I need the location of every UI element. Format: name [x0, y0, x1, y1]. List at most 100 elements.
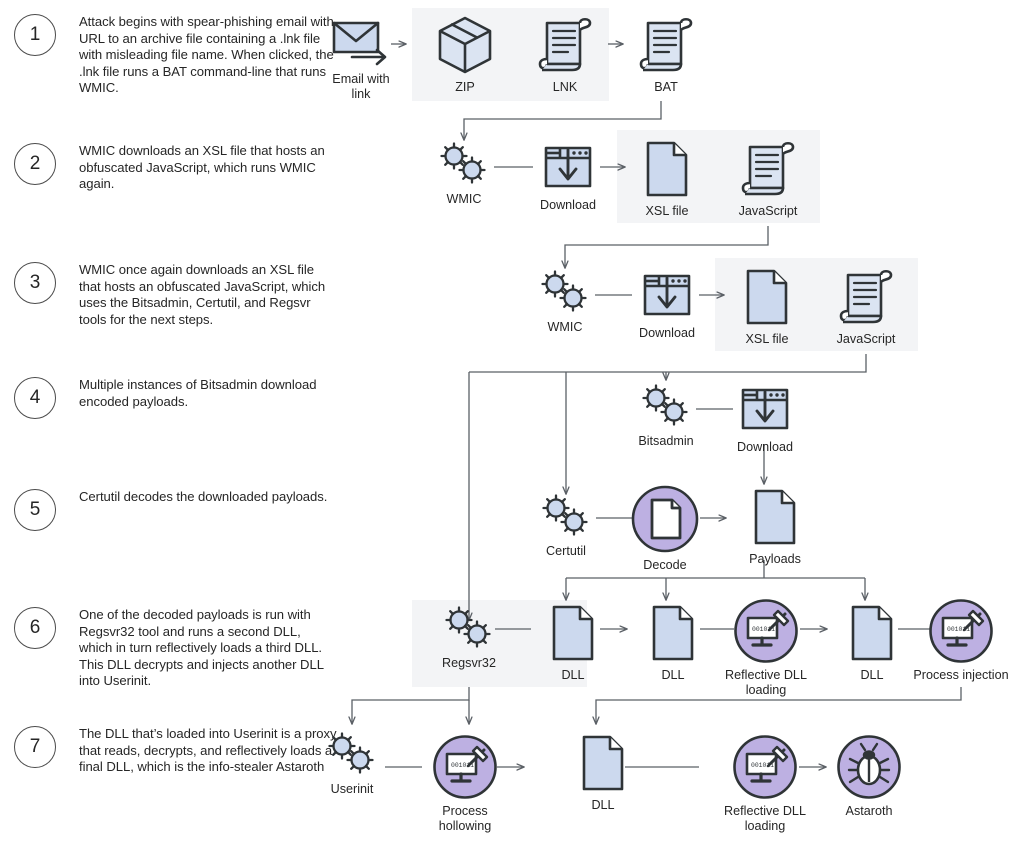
step-description: WMIC once again downloads an XSL file th… [79, 262, 326, 327]
process-injection-icon: 001011 [732, 734, 798, 800]
node-label: Regsvr32 [442, 656, 496, 670]
node-payloads[interactable]: Payloads [730, 486, 820, 567]
node-label: WMIC [547, 320, 583, 334]
node-userinit[interactable]: Userinit [307, 730, 397, 797]
node-label: XSL file [745, 332, 789, 346]
node-process-hollowing[interactable]: 001011 Process hollowing [426, 734, 504, 834]
step-number: 2 [14, 143, 56, 185]
node-label: DLL [860, 668, 884, 682]
node-wmic-1[interactable]: WMIC [419, 140, 509, 207]
node-label: Email with link [332, 72, 390, 101]
node-label: WMIC [446, 192, 482, 206]
step-number: 3 [14, 262, 56, 304]
node-lnk[interactable]: LNK [520, 14, 610, 95]
node-email[interactable]: Email with link [316, 16, 406, 102]
node-label: DLL [591, 798, 615, 812]
box-icon [434, 14, 496, 76]
scroll-icon [837, 266, 895, 328]
node-download-3[interactable]: Download [718, 382, 812, 455]
step-6: 6 One of the decoded payloads is run wit… [14, 607, 337, 690]
node-decode[interactable]: Decode [630, 484, 700, 573]
scroll-icon [536, 14, 594, 76]
gears-icon [437, 604, 501, 652]
node-label: ZIP [455, 80, 475, 94]
download-window-icon [637, 268, 697, 322]
node-regsvr32[interactable]: Regsvr32 [424, 604, 514, 671]
step-description: WMIC downloads an XSL file that hosts an… [79, 143, 325, 192]
node-label: Process hollowing [438, 804, 492, 833]
gears-icon [320, 730, 384, 778]
node-label: Download [539, 198, 596, 212]
file-icon [647, 602, 699, 664]
node-reflective-dll-loading-1[interactable]: 001011 Reflective DLL loading [710, 598, 822, 698]
node-label: XSL file [645, 204, 689, 218]
file-icon [547, 602, 599, 664]
file-icon [846, 602, 898, 664]
download-window-icon [735, 382, 795, 436]
node-label: DLL [661, 668, 685, 682]
node-label: Bitsadmin [638, 434, 694, 448]
step-1: 1 Attack begins with spear-phishing emai… [14, 14, 337, 97]
step-number: 4 [14, 377, 56, 419]
step-4: 4 Multiple instances of Bitsadmin downlo… [14, 377, 337, 419]
node-zip[interactable]: ZIP [420, 14, 510, 95]
node-dll-3[interactable]: DLL [842, 602, 902, 683]
process-injection-icon: 001011 [928, 598, 994, 664]
node-label: JavaScript [738, 204, 798, 218]
process-injection-icon: 001011 [432, 734, 498, 800]
step-5: 5 Certutil decodes the downloaded payloa… [14, 489, 337, 531]
node-label: Reflective DLL loading [725, 668, 807, 697]
decode-file-circle-icon [630, 484, 700, 554]
step-number: 7 [14, 726, 56, 768]
node-xsl-file-2[interactable]: XSL file [722, 266, 812, 347]
node-label: Download [638, 326, 695, 340]
gears-icon [634, 382, 698, 430]
node-astaroth[interactable]: Astaroth [831, 734, 907, 819]
step-2: 2 WMIC downloads an XSL file that hosts … [14, 143, 337, 193]
gears-icon [432, 140, 496, 188]
node-xsl-file-1[interactable]: XSL file [622, 138, 712, 219]
process-injection-icon: 001011 [733, 598, 799, 664]
node-bat[interactable]: BAT [621, 14, 711, 95]
scroll-icon [739, 138, 797, 200]
connector-lines [0, 0, 962, 849]
step-3: 3 WMIC once again downloads an XSL file … [14, 262, 337, 328]
node-process-injection[interactable]: 001011 Process injection [903, 598, 1019, 683]
file-icon [641, 138, 693, 200]
file-icon [577, 732, 629, 794]
step-number: 1 [14, 14, 56, 56]
node-wmic-2[interactable]: WMIC [520, 268, 610, 335]
node-label: Reflective DLL loading [724, 804, 806, 833]
node-label: Payloads [749, 552, 801, 566]
node-javascript-2[interactable]: JavaScript [821, 266, 911, 347]
node-dll-4[interactable]: DLL [573, 732, 633, 813]
step-description: One of the decoded payloads is run with … [79, 607, 324, 689]
file-icon [749, 486, 801, 548]
gears-icon [533, 268, 597, 316]
node-reflective-dll-loading-2[interactable]: 001011 Reflective DLL loading [709, 734, 821, 834]
node-certutil[interactable]: Certutil [521, 492, 611, 559]
gears-icon [534, 492, 598, 540]
step-description: Certutil decodes the downloaded payloads… [79, 489, 328, 504]
node-download-1[interactable]: Download [521, 140, 615, 213]
step-7: 7 The DLL that’s loaded into Userinit is… [14, 726, 337, 776]
step-description: Attack begins with spear-phishing email … [79, 14, 334, 96]
scroll-icon [637, 14, 695, 76]
step-description: The DLL that’s loaded into Userinit is a… [79, 726, 337, 775]
attack-chain-diagram: 1 Attack begins with spear-phishing emai… [0, 0, 1024, 849]
node-label: Process injection [913, 668, 1009, 682]
node-label: Astaroth [845, 804, 893, 818]
node-label: Download [736, 440, 793, 454]
node-label: DLL [561, 668, 585, 682]
node-label: Decode [643, 558, 687, 572]
node-label: BAT [654, 80, 678, 94]
node-dll-2[interactable]: DLL [643, 602, 703, 683]
node-bitsadmin[interactable]: Bitsadmin [621, 382, 711, 449]
envelope-icon [330, 16, 392, 68]
node-label: JavaScript [836, 332, 896, 346]
node-download-2[interactable]: Download [620, 268, 714, 341]
step-number: 6 [14, 607, 56, 649]
node-label: LNK [552, 80, 578, 94]
node-javascript-1[interactable]: JavaScript [723, 138, 813, 219]
node-dll-1[interactable]: DLL [543, 602, 603, 683]
